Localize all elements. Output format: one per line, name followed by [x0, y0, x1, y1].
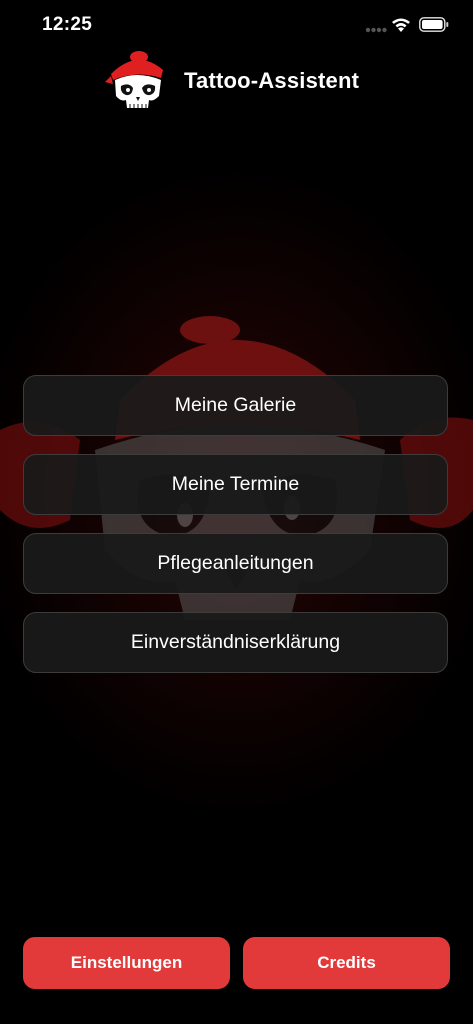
status-bar: 12:25 — [0, 0, 473, 50]
main-menu: Meine Galerie Meine Termine Pflegeanleit… — [23, 375, 450, 691]
bottom-button-bar: Einstellungen Credits — [23, 937, 450, 989]
battery-icon — [419, 17, 449, 32]
menu-button-appointments[interactable]: Meine Termine — [23, 454, 448, 515]
menu-button-care-instructions[interactable]: Pflegeanleitungen — [23, 533, 448, 594]
menu-button-gallery[interactable]: Meine Galerie — [23, 375, 448, 436]
app-title: Tattoo-Assistent — [184, 68, 360, 93]
credits-button[interactable]: Credits — [243, 937, 450, 989]
app-screen: 12:25 Tattoo-Assistent Meine Galerie Mei… — [0, 0, 473, 1024]
settings-button[interactable]: Einstellungen — [23, 937, 230, 989]
wifi-icon — [392, 18, 410, 32]
app-header: Tattoo-Assistent — [0, 46, 473, 116]
status-time: 12:25 — [42, 14, 93, 35]
cellular-signal-icon — [365, 27, 387, 33]
menu-button-consent-form[interactable]: Einverständniserklärung — [23, 612, 448, 673]
skull-with-red-bandana-icon — [105, 51, 163, 108]
